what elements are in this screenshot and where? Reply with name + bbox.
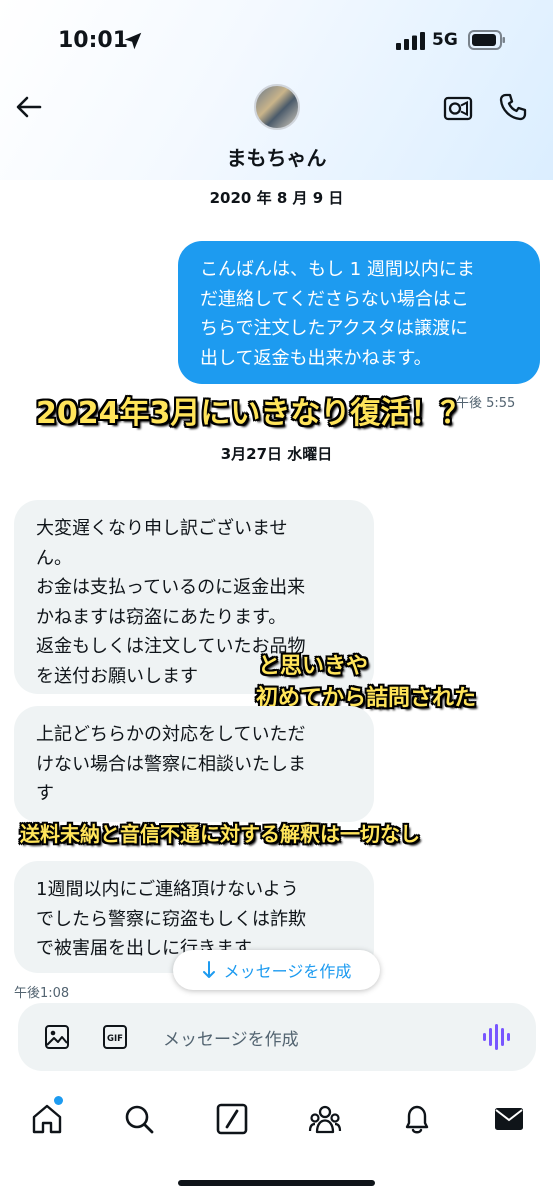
grok-icon[interactable] <box>215 1102 249 1136</box>
battery-icon <box>468 30 505 50</box>
caption-overlay: 送料未納と音信不通に対する解釈は一切なし <box>20 822 420 846</box>
contact-avatar[interactable] <box>254 84 300 130</box>
notifications-icon[interactable] <box>400 1102 434 1136</box>
notification-dot <box>54 1096 63 1105</box>
image-icon[interactable] <box>44 1024 70 1050</box>
communities-icon[interactable] <box>308 1102 342 1136</box>
message-line: す <box>36 783 54 804</box>
cellular-signal-icon <box>396 32 425 50</box>
gif-icon[interactable]: GIF <box>102 1024 128 1050</box>
date-separator: 3月27日 水曜日 <box>220 445 333 463</box>
message-line: ちらで注文したアクスタは譲渡に <box>200 318 469 339</box>
compose-message-button[interactable]: メッセージを作成 <box>173 950 380 990</box>
status-time: 10:01 <box>58 28 129 53</box>
back-arrow-icon[interactable] <box>14 92 44 122</box>
conversation-header: まもちゃん <box>0 80 553 180</box>
message-input[interactable]: メッセージを作成 <box>163 1025 299 1050</box>
video-icon[interactable] <box>443 94 473 122</box>
message-line: でしたら警察に窃盗もしくは詐欺 <box>36 908 306 930</box>
bottom-tab-bar <box>0 1090 553 1150</box>
message-line: だ連絡してくださらない場合はこ <box>200 288 469 310</box>
message-line: ん。 <box>36 547 72 569</box>
caption-overlay: と思いきや <box>258 654 369 679</box>
contact-name[interactable]: まもちゃん <box>0 142 553 171</box>
incoming-message[interactable]: 上記どちらかの対応をしていただ けない場合は警察に相談いたしま す <box>14 706 374 822</box>
message-line: 1週間以内にご連絡頂けないよう <box>36 879 299 900</box>
messages-icon[interactable] <box>492 1102 526 1136</box>
phone-icon[interactable] <box>498 92 528 122</box>
message-line: けない場合は警察に相談いたしま <box>36 753 306 775</box>
voice-icon[interactable] <box>482 1022 510 1052</box>
location-arrow-icon <box>124 32 142 50</box>
message-line: こんばんは、もし 1 週間以内にま <box>200 259 475 280</box>
search-icon[interactable] <box>122 1102 156 1136</box>
down-arrow-icon <box>202 961 215 978</box>
message-line: 出して返金も出来かねます。 <box>200 347 432 369</box>
compose-button-label: メッセージを作成 <box>223 962 352 981</box>
caption-overlay: 2024年3月にいきなり復活！？ <box>36 396 471 431</box>
message-input-bar: GIF メッセージを作成 <box>18 1003 536 1071</box>
message-line: お金は支払っているのに返金出来 <box>36 577 306 598</box>
message-line: 上記どちらかの対応をしていただ <box>36 724 306 745</box>
outgoing-message[interactable]: こんばんは、もし 1 週間以内にま だ連絡してくださらない場合はこ ちらで注文し… <box>178 241 540 384</box>
message-line: 大変遅くなり申し訳ございませ <box>36 518 288 539</box>
home-icon[interactable] <box>30 1102 64 1136</box>
network-type: 5G <box>432 30 458 50</box>
message-line: かねますは窃盗にあたります。 <box>36 606 287 628</box>
date-separator: 2020 年 8 月 9 日 <box>209 189 344 207</box>
message-timestamp: 午後1:08 <box>14 986 70 1001</box>
home-indicator <box>178 1180 375 1186</box>
svg-text:GIF: GIF <box>107 1034 123 1044</box>
status-bar: 10:01 5G <box>0 0 553 80</box>
